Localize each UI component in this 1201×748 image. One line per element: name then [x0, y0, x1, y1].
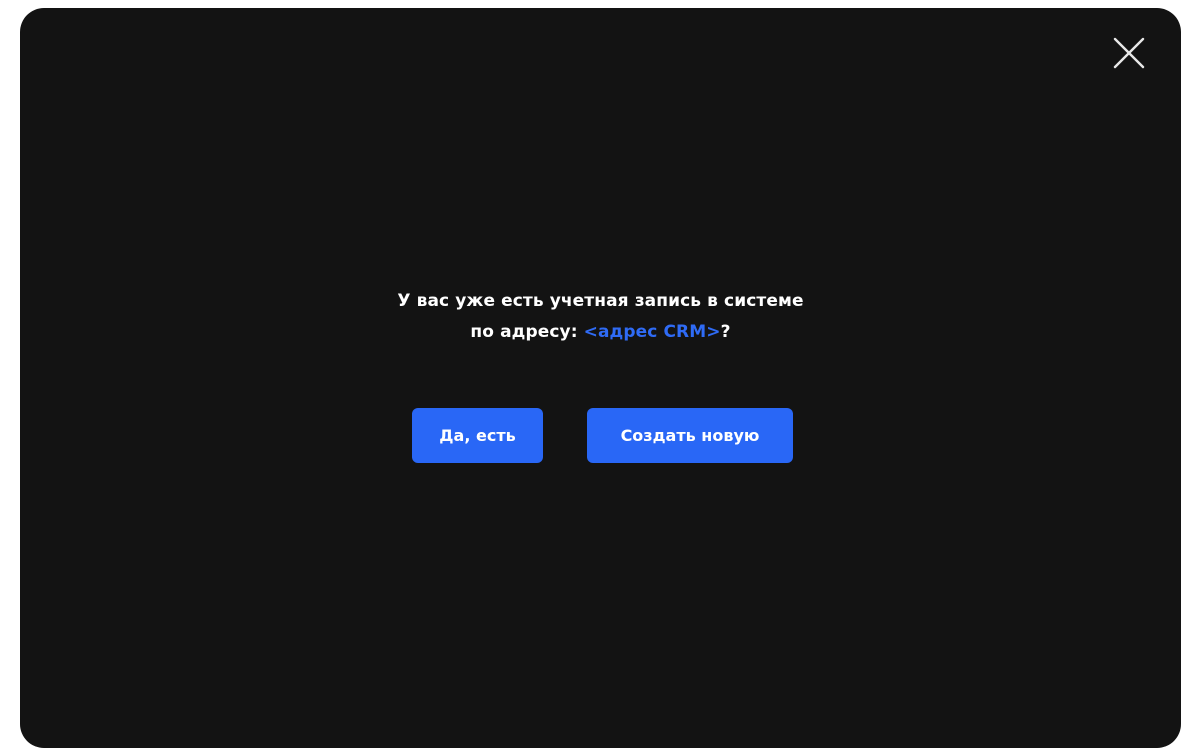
close-icon [1113, 37, 1145, 69]
question-line-1: У вас уже есть учетная запись в системе [397, 291, 804, 311]
dialog-message: У вас уже есть учетная запись в системе … [20, 286, 1181, 348]
modal-dialog: У вас уже есть учетная запись в системе … [20, 8, 1181, 748]
crm-address-link[interactable]: <адрес CRM> [584, 322, 721, 342]
create-new-button[interactable]: Создать новую [587, 408, 793, 463]
close-button[interactable] [1111, 35, 1147, 71]
dialog-actions: Да, есть Создать новую [20, 408, 1181, 463]
yes-button[interactable]: Да, есть [412, 408, 543, 463]
question-text: У вас уже есть учетная запись в системе … [20, 286, 1181, 348]
question-prefix: по адресу: [470, 322, 584, 342]
question-suffix: ? [720, 322, 731, 342]
